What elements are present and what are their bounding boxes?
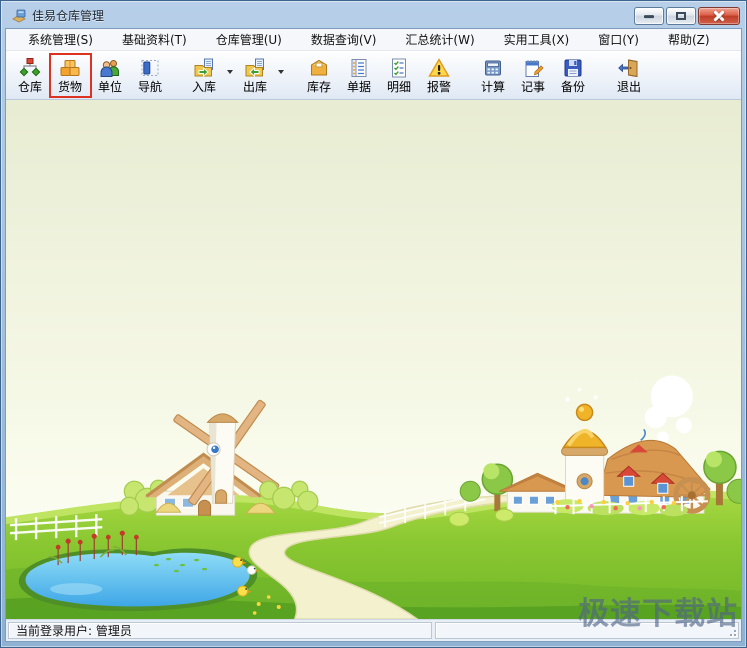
status-right-panel	[435, 622, 739, 639]
menu-basedata[interactable]: 基础资料(T)	[112, 29, 197, 51]
warehouse-button[interactable]: 仓库	[10, 53, 50, 97]
warehouse-hierarchy-icon	[19, 58, 41, 77]
documents-list-icon	[351, 59, 367, 77]
backup-disk-icon	[564, 59, 582, 77]
backup-label: 备份	[560, 80, 585, 94]
calculator-button[interactable]: 计算	[473, 53, 513, 97]
stock-in-icon	[194, 58, 213, 78]
navigation-panel-icon	[141, 60, 159, 76]
menu-query[interactable]: 数据查询(V)	[301, 29, 387, 51]
menu-bar: 系统管理(S) 基础资料(T) 仓库管理(U) 数据查询(V) 汇总统计(W) …	[6, 29, 741, 51]
notes-button[interactable]: 记事	[513, 53, 553, 97]
chevron-down-icon	[277, 70, 284, 74]
menu-help[interactable]: 帮助(Z)	[658, 29, 720, 51]
window-title: 佳易仓库管理	[32, 9, 105, 23]
alert-warning-icon	[428, 58, 450, 77]
detail-button[interactable]: 明细	[379, 53, 419, 97]
app-icon	[12, 9, 26, 22]
toolbar-group-exit: 退出	[609, 53, 649, 97]
menu-warehouse[interactable]: 仓库管理(U)	[206, 29, 292, 51]
warehouse-label: 仓库	[17, 80, 42, 94]
goods-boxes-icon	[60, 60, 80, 76]
exit-door-icon	[618, 59, 638, 78]
toolbar: 仓库 货物 单位 导航 入库 出库 库存 单据 明细 报警 计算 记事 备份 退…	[6, 51, 741, 100]
resize-grip[interactable]	[725, 625, 737, 637]
main-canvas	[6, 100, 741, 619]
goods-label: 货物	[57, 80, 82, 94]
landscape-illustration	[6, 100, 741, 619]
goods-button[interactable]: 货物	[50, 53, 90, 97]
client-area: 系统管理(S) 基础资料(T) 仓库管理(U) 数据查询(V) 汇总统计(W) …	[5, 28, 742, 642]
navigation-button[interactable]: 导航	[130, 53, 170, 97]
toolbar-group-io: 入库 出库	[184, 53, 286, 97]
title-bar[interactable]: 佳易仓库管理	[5, 1, 742, 28]
alert-button[interactable]: 报警	[419, 53, 459, 97]
toolbar-group-utils: 计算 记事 备份	[473, 53, 593, 97]
menu-summary[interactable]: 汇总统计(W)	[395, 29, 484, 51]
documents-button[interactable]: 单据	[339, 53, 379, 97]
units-button[interactable]: 单位	[90, 53, 130, 97]
toolbar-group-master: 仓库 货物 单位 导航	[10, 53, 170, 97]
app-window: 佳易仓库管理 系统管理(S) 基础资料(T) 仓库管理(U) 数据查询(V) 汇…	[0, 0, 747, 648]
menu-window[interactable]: 窗口(Y)	[588, 29, 649, 51]
alert-label: 报警	[426, 80, 451, 94]
backup-button[interactable]: 备份	[553, 53, 593, 97]
calculator-label: 计算	[480, 80, 505, 94]
detail-checklist-icon	[392, 58, 406, 78]
status-user-panel: 当前登录用户: 管理员	[8, 622, 432, 639]
stock-out-icon	[245, 58, 264, 78]
maximize-button[interactable]	[666, 6, 696, 25]
detail-label: 明细	[386, 80, 411, 94]
inventory-box-icon	[311, 59, 327, 76]
notes-notepad-icon	[525, 60, 544, 77]
exit-label: 退出	[616, 80, 641, 94]
exit-button[interactable]: 退出	[609, 53, 649, 97]
window-controls	[634, 6, 740, 25]
stock-out-label: 出库	[242, 80, 267, 94]
stock-in-dropdown[interactable]	[224, 53, 235, 97]
close-icon	[713, 10, 725, 22]
status-bar: 当前登录用户: 管理员	[6, 619, 741, 641]
stock-in-label: 入库	[191, 80, 216, 94]
maximize-icon	[676, 11, 686, 20]
units-label: 单位	[97, 80, 122, 94]
notes-label: 记事	[520, 80, 545, 94]
stock-out-dropdown[interactable]	[275, 53, 286, 97]
toolbar-group-data: 库存 单据 明细 报警	[299, 53, 459, 97]
navigation-label: 导航	[137, 80, 162, 94]
stock-in-button[interactable]: 入库	[184, 53, 224, 97]
calculator-icon	[485, 60, 501, 76]
menu-system[interactable]: 系统管理(S)	[18, 29, 103, 51]
minimize-button[interactable]	[634, 6, 664, 25]
menu-tools[interactable]: 实用工具(X)	[494, 29, 580, 51]
minimize-icon	[644, 14, 654, 18]
documents-label: 单据	[346, 80, 371, 94]
inventory-button[interactable]: 库存	[299, 53, 339, 97]
inventory-label: 库存	[306, 80, 331, 94]
current-user-text: 当前登录用户: 管理员	[16, 624, 132, 638]
chevron-down-icon	[226, 70, 233, 74]
units-people-icon	[100, 60, 119, 77]
stock-out-button[interactable]: 出库	[235, 53, 275, 97]
close-button[interactable]	[698, 6, 740, 25]
